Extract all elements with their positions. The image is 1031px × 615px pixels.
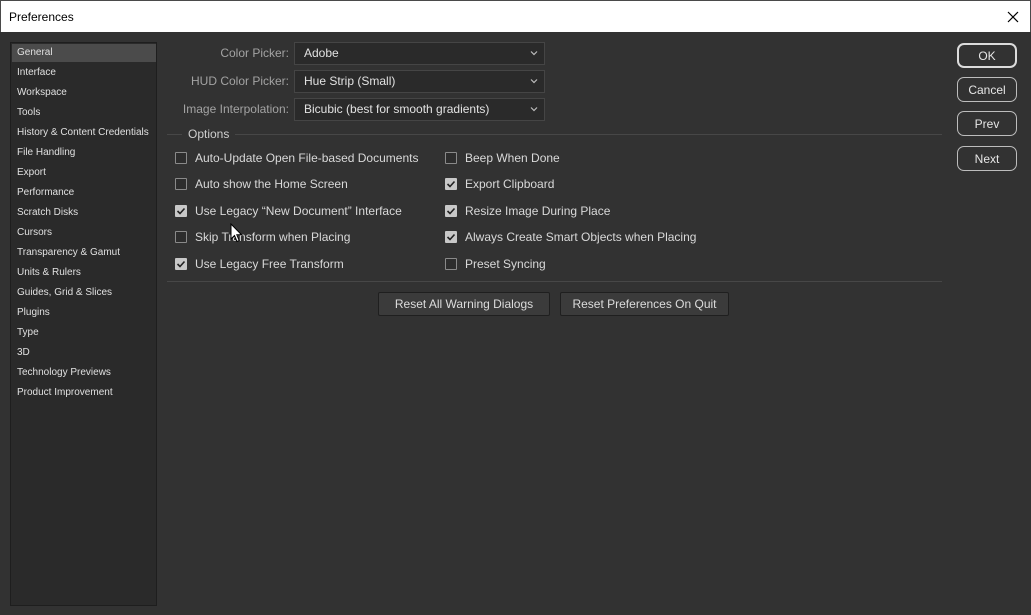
option-label: Preset Syncing: [465, 257, 546, 271]
sidebar-item-general[interactable]: General: [12, 44, 156, 62]
option-label: Resize Image During Place: [465, 204, 611, 218]
sidebar-item-performance[interactable]: Performance: [12, 184, 156, 202]
checkbox-checked[interactable]: [445, 178, 457, 190]
color-picker-value: Adobe: [304, 46, 339, 60]
sidebar-item-type[interactable]: Type: [12, 324, 156, 342]
checkmark-icon: [176, 260, 186, 268]
option-label: Auto-Update Open File-based Documents: [195, 151, 419, 165]
checkbox-checked[interactable]: [445, 205, 457, 217]
checkbox[interactable]: [445, 152, 457, 164]
checkbox[interactable]: [175, 152, 187, 164]
checkmark-icon: [176, 207, 186, 215]
sidebar-item-transparency[interactable]: Transparency & Gamut: [12, 244, 156, 262]
checkmark-icon: [446, 233, 456, 241]
sidebar-item-export[interactable]: Export: [12, 164, 156, 182]
sidebar-item-guides[interactable]: Guides, Grid & Slices: [12, 284, 156, 302]
option-legacy-free-transform[interactable]: Use Legacy Free Transform: [175, 256, 344, 272]
reset-preferences-button[interactable]: Reset Preferences On Quit: [560, 292, 729, 316]
prev-button[interactable]: Prev: [957, 111, 1017, 136]
cancel-button[interactable]: Cancel: [957, 77, 1017, 102]
reset-warning-dialogs-button[interactable]: Reset All Warning Dialogs: [378, 292, 550, 316]
option-export-clipboard[interactable]: Export Clipboard: [445, 176, 554, 192]
checkbox-checked[interactable]: [175, 205, 187, 217]
checkbox[interactable]: [175, 231, 187, 243]
mouse-pointer-icon: [230, 223, 243, 243]
ok-button[interactable]: OK: [957, 43, 1017, 68]
sidebar-item-workspace[interactable]: Workspace: [12, 84, 156, 102]
checkmark-icon: [446, 207, 456, 215]
sidebar-item-tools[interactable]: Tools: [12, 104, 156, 122]
checkbox-checked[interactable]: [445, 231, 457, 243]
sidebar-item-product-improvement[interactable]: Product Improvement: [12, 384, 156, 402]
option-legacy-new-document[interactable]: Use Legacy “New Document” Interface: [175, 203, 402, 219]
option-label: Skip Transform when Placing: [195, 230, 351, 244]
sidebar-item-history[interactable]: History & Content Credentials: [12, 124, 156, 142]
sidebar-item-file-handling[interactable]: File Handling: [12, 144, 156, 162]
image-interpolation-value: Bicubic (best for smooth gradients): [304, 102, 490, 116]
options-legend: Options: [182, 127, 236, 141]
option-preset-syncing[interactable]: Preset Syncing: [445, 256, 546, 272]
window-title: Preferences: [9, 10, 74, 24]
option-label: Use Legacy Free Transform: [195, 257, 344, 271]
checkmark-icon: [446, 180, 456, 188]
hud-color-picker-select[interactable]: Hue Strip (Small): [294, 70, 545, 93]
image-interpolation-label: Image Interpolation:: [182, 102, 289, 116]
title-bar: Preferences: [0, 0, 1031, 32]
option-auto-update[interactable]: Auto-Update Open File-based Documents: [175, 150, 418, 166]
chevron-down-icon: [530, 51, 538, 56]
image-interpolation-select[interactable]: Bicubic (best for smooth gradients): [294, 98, 545, 121]
sidebar-item-technology-previews[interactable]: Technology Previews: [12, 364, 156, 382]
next-button[interactable]: Next: [957, 146, 1017, 171]
chevron-down-icon: [530, 79, 538, 84]
option-smart-objects[interactable]: Always Create Smart Objects when Placing: [445, 229, 696, 245]
preferences-sidebar: General Interface Workspace Tools Histor…: [10, 42, 157, 606]
option-label: Export Clipboard: [465, 177, 555, 191]
option-resize-image[interactable]: Resize Image During Place: [445, 203, 610, 219]
option-label: Use Legacy “New Document” Interface: [195, 204, 402, 218]
option-beep-when-done[interactable]: Beep When Done: [445, 150, 560, 166]
option-label: Auto show the Home Screen: [195, 177, 348, 191]
sidebar-item-plugins[interactable]: Plugins: [12, 304, 156, 322]
option-skip-transform[interactable]: Skip Transform when Placing: [175, 229, 350, 245]
checkbox-checked[interactable]: [175, 258, 187, 270]
sidebar-item-cursors[interactable]: Cursors: [12, 224, 156, 242]
chevron-down-icon: [530, 107, 538, 112]
option-label: Beep When Done: [465, 151, 560, 165]
option-auto-show-home[interactable]: Auto show the Home Screen: [175, 176, 348, 192]
sidebar-item-3d[interactable]: 3D: [12, 344, 156, 362]
sidebar-item-scratch-disks[interactable]: Scratch Disks: [12, 204, 156, 222]
checkbox[interactable]: [175, 178, 187, 190]
sidebar-item-units-rulers[interactable]: Units & Rulers: [12, 264, 156, 282]
close-icon[interactable]: [1002, 6, 1024, 28]
sidebar-item-interface[interactable]: Interface: [12, 64, 156, 82]
option-label: Always Create Smart Objects when Placing: [465, 230, 697, 244]
hud-color-picker-value: Hue Strip (Small): [304, 74, 396, 88]
color-picker-label: Color Picker:: [220, 46, 289, 60]
hud-color-picker-label: HUD Color Picker:: [190, 74, 289, 88]
checkbox[interactable]: [445, 258, 457, 270]
color-picker-select[interactable]: Adobe: [294, 42, 545, 65]
